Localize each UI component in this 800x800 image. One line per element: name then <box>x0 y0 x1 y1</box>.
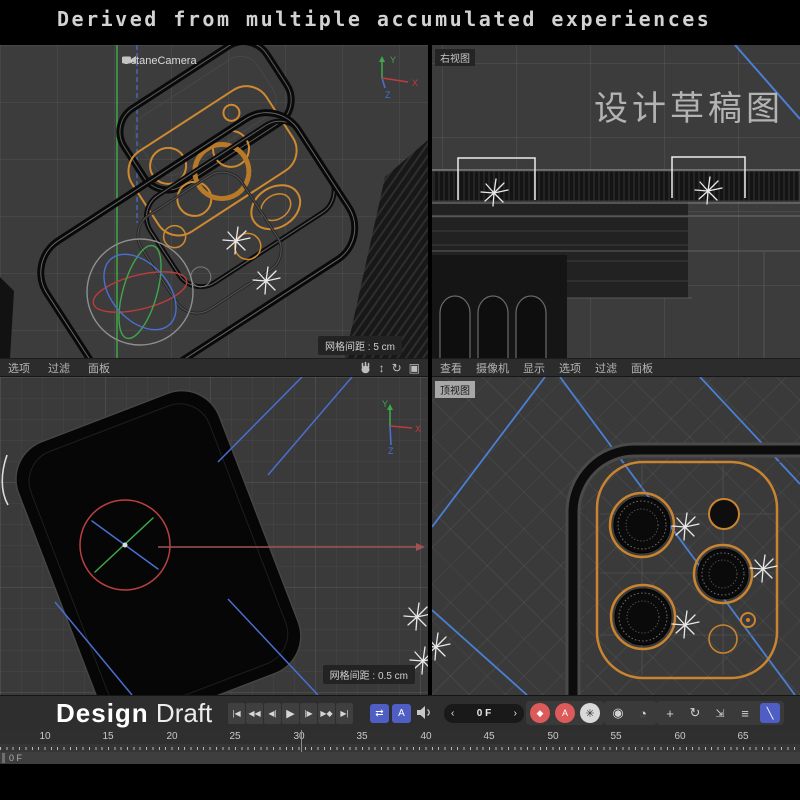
record-rotation-button[interactable]: ↻ <box>685 703 705 723</box>
range-start-label: 0 F <box>9 753 22 763</box>
viewport-label[interactable]: 右视图 <box>435 49 475 66</box>
page-title: Derived from multiple accumulated experi… <box>57 7 711 31</box>
prev-frame-button[interactable]: ◀| <box>264 703 281 724</box>
menu-panel[interactable]: 面板 <box>88 360 110 376</box>
timeline-numbers: 10 15 20 25 30 35 40 45 50 55 60 65 <box>0 730 800 744</box>
axis-gizmo: Y X Z <box>352 393 422 455</box>
record-keyframe-button[interactable]: ◆ <box>530 703 550 723</box>
menu-options[interactable]: 选项 <box>8 360 30 376</box>
current-frame-field[interactable]: ‹ 0 F › <box>444 704 524 723</box>
menu-options[interactable]: 选项 <box>559 360 581 376</box>
grid-spacing-label: 网格间距 : 0.5 cm <box>323 665 415 684</box>
viewport-right-view[interactable]: 右视图 设计草稿图 <box>432 45 800 358</box>
next-key-button[interactable]: ▶◆ <box>318 703 335 724</box>
track-record-group: + ↻ ⇲ ≡ ╲ <box>656 701 784 725</box>
keyframe-record-group: ◆ A ✳ <box>526 701 604 725</box>
autokeying-button[interactable]: A <box>555 703 575 723</box>
svg-text:Y: Y <box>390 55 396 65</box>
camera-module-canvas <box>432 377 800 695</box>
timeline-tickmarks[interactable] <box>0 744 800 752</box>
timeline-range-bar[interactable]: 0 F <box>0 752 800 764</box>
record-scale-button[interactable]: ⇲ <box>710 703 730 723</box>
loop-toggle-button[interactable]: ⇄ <box>370 704 389 723</box>
menu-filter[interactable]: 过滤 <box>595 360 617 376</box>
record-position-button[interactable]: + <box>660 703 680 723</box>
brand-text: Design Draft <box>56 698 212 729</box>
navigation-sphere-gizmo <box>87 239 193 345</box>
toggle-view-icon[interactable]: ▣ <box>409 361 420 375</box>
frame-value: 0 F <box>477 708 491 719</box>
viewport-perspective[interactable]: OctaneCamera Y Z X 网格间距 : 5 cm <box>0 45 428 358</box>
pan-hand-icon[interactable] <box>359 361 372 374</box>
frame-increment[interactable]: › <box>514 708 517 719</box>
keyframe-settings-button[interactable]: ✳ <box>580 703 600 723</box>
rightview-viewport-menubar: 查看 摄像机 显示 选项 过滤 面板 <box>432 358 800 377</box>
svg-text:Z: Z <box>388 446 394 455</box>
goto-start-button[interactable]: |◀ <box>228 703 245 724</box>
svg-text:Z: Z <box>385 90 391 100</box>
timeline-marker[interactable] <box>301 730 302 752</box>
viewport-top-view[interactable]: 顶视图 <box>432 377 800 695</box>
record-parameters-button[interactable]: ≡ <box>735 703 755 723</box>
menu-panel[interactable]: 面板 <box>631 360 653 376</box>
svg-text:X: X <box>415 424 421 434</box>
application-window: Derived from multiple accumulated experi… <box>0 0 800 800</box>
menu-view[interactable]: 查看 <box>440 360 462 376</box>
axis-gizmo: Y Z X <box>352 51 422 101</box>
goto-end-button[interactable]: ▶| <box>336 703 353 724</box>
rotate-view-icon[interactable]: ↻ <box>392 361 402 375</box>
watermark-text: 设计草稿图 <box>594 81 784 130</box>
camera-icon <box>122 55 137 65</box>
range-start-handle[interactable] <box>2 753 5 763</box>
prev-key-button[interactable]: ◀◀ <box>246 703 263 724</box>
viewport-label[interactable]: 顶视图 <box>435 381 475 398</box>
sound-icon[interactable] <box>416 705 433 720</box>
viewport-front-view[interactable]: Y X Z 网格间距 : 0.5 cm <box>0 377 428 695</box>
play-button[interactable]: ▶ <box>282 703 299 724</box>
menu-display[interactable]: 显示 <box>523 360 545 376</box>
menu-camera[interactable]: 摄像机 <box>476 360 509 376</box>
perspective-viewport-menubar: 选项 过滤 面板 ↕ ↻ ▣ <box>0 358 428 377</box>
animation-toolbar: Design Draft |◀ ◀◀ ◀| ▶ |▶ ▶◆ ▶| ⇄ A ‹ 0… <box>0 695 800 730</box>
frame-decrement[interactable]: ‹ <box>451 708 454 719</box>
next-frame-button[interactable]: |▶ <box>300 703 317 724</box>
autokey-toggle-button[interactable]: A <box>392 704 411 723</box>
dolly-icon[interactable]: ↕ <box>379 361 385 375</box>
point-level-animation-button[interactable]: ╲ <box>760 703 780 723</box>
playback-rate-button[interactable]: ◔ <box>633 703 653 723</box>
grid-spacing-label: 网格间距 : 5 cm <box>318 336 402 355</box>
record-mode-group: ◉ ◔ <box>604 701 657 725</box>
svg-text:X: X <box>412 78 418 88</box>
transport-controls: |◀ ◀◀ ◀| ▶ |▶ ▶◆ ▶| <box>228 703 353 724</box>
svg-text:Y: Y <box>382 399 388 409</box>
menu-filter[interactable]: 过滤 <box>48 360 70 376</box>
record-active-objects-button[interactable]: ◉ <box>608 703 628 723</box>
camera-label[interactable]: OctaneCamera <box>122 55 197 67</box>
timeline-ruler[interactable]: 10 15 20 25 30 35 40 45 50 55 60 65 0 F <box>0 730 800 764</box>
